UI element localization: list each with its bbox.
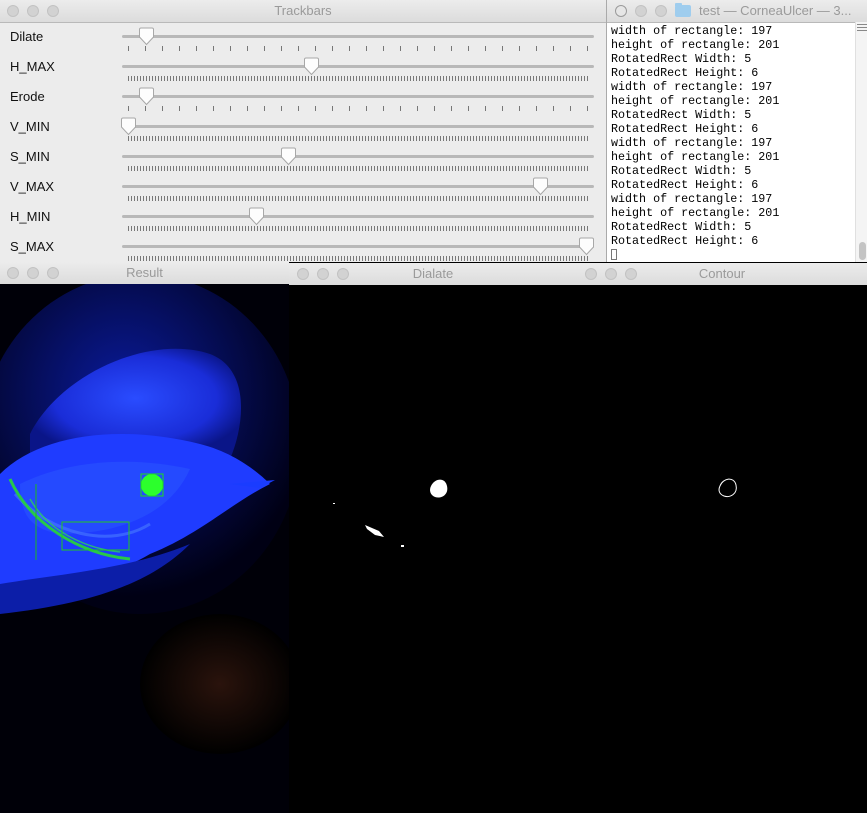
trackbar-ticks [128,226,588,231]
zoom-button[interactable] [47,267,59,279]
zoom-button[interactable] [47,5,59,17]
terminal-line: width of rectangle: 197 [611,136,773,150]
terminal-line: RotatedRect Width: 5 [611,220,752,234]
close-button[interactable] [297,268,309,280]
result-titlebar[interactable]: Result [0,262,289,285]
terminal-line: height of rectangle: 201 [611,38,780,52]
trackbar-label: V_MAX [10,179,55,194]
trackbar-s-min[interactable]: S_MIN [0,142,606,172]
result-window: Result [0,262,289,813]
slider-thumb[interactable] [248,207,265,226]
minimize-button[interactable] [605,268,617,280]
contour-title: Contour [698,266,746,281]
terminal-line: height of rectangle: 201 [611,94,780,108]
terminal-line: RotatedRect Height: 6 [611,66,759,80]
terminal-output[interactable]: width of rectangle: 197 height of rectang… [611,24,851,262]
terminal-line: width of rectangle: 197 [611,80,773,94]
dialate-image [289,285,577,813]
trackbar-label: V_MIN [10,119,50,134]
trackbar-ticks [128,136,588,141]
terminal-line: RotatedRect Height: 6 [611,234,759,248]
result-title: Result [126,265,163,280]
zoom-button[interactable] [625,268,637,280]
terminal-line: height of rectangle: 201 [611,150,780,164]
trackbar-label: S_MAX [10,239,55,254]
result-image [0,274,289,813]
trackbar-label: Dilate [10,29,44,44]
contour-image [577,285,867,813]
eye-photo [0,274,289,813]
trackbar-groove[interactable] [122,95,594,98]
trackbar-s-max[interactable]: S_MAX [0,232,606,262]
terminal-title: test — CorneaUlcer — 3... [699,3,852,18]
dialate-window: Dialate [289,263,577,813]
trackbar-ticks [128,196,588,201]
terminal-line: RotatedRect Width: 5 [611,52,752,66]
terminal-line: RotatedRect Height: 6 [611,122,759,136]
terminal-line: height of rectangle: 201 [611,206,780,220]
zoom-button[interactable] [655,5,667,17]
slider-thumb[interactable] [532,177,549,196]
trackbar-label: H_MAX [10,59,55,74]
trackbar-h-max[interactable]: H_MAX [0,52,606,82]
terminal-window: test — CorneaUlcer — 3... width of recta… [606,0,867,262]
scroll-grip-icon[interactable] [857,24,867,33]
trackbars-title: Trackbars [274,3,332,18]
terminal-line: width of rectangle: 197 [611,24,773,38]
cursor-icon [611,249,617,261]
slider-thumb[interactable] [138,27,155,46]
contour-outline [577,285,867,813]
trackbar-ticks [128,166,588,171]
trackbar-label: H_MIN [10,209,51,224]
scroll-thumb[interactable] [859,242,866,260]
trackbar-groove[interactable] [122,35,594,38]
terminal-titlebar[interactable]: test — CorneaUlcer — 3... [607,0,867,23]
terminal-line: RotatedRect Width: 5 [611,164,752,178]
dilated-mask [289,285,577,813]
terminal-prompt[interactable] [611,248,851,262]
minimize-button[interactable] [635,5,647,17]
trackbar-v-min[interactable]: V_MIN [0,112,606,142]
trackbar-groove[interactable] [122,185,594,188]
slider-thumb[interactable] [578,237,595,256]
trackbars-window: Trackbars Dilate H_MAX Erode V_MIN S_MIN V_MA… [0,0,606,262]
trackbar-groove[interactable] [122,65,594,68]
trackbar-groove[interactable] [122,215,594,218]
trackbar-v-max[interactable]: V_MAX [0,172,606,202]
close-button[interactable] [7,5,19,17]
contour-window: Contour [577,263,867,813]
trackbar-h-min[interactable]: H_MIN [0,202,606,232]
trackbar-ticks [128,46,588,51]
trackbar-groove[interactable] [122,155,594,158]
trackbars-titlebar[interactable]: Trackbars [0,0,606,23]
slider-thumb[interactable] [120,117,137,136]
minimize-button[interactable] [27,5,39,17]
terminal-line: RotatedRect Height: 6 [611,178,759,192]
trackbar-groove[interactable] [122,125,594,128]
dialate-title: Dialate [412,266,454,281]
zoom-button[interactable] [337,268,349,280]
trackbar-groove[interactable] [122,245,594,248]
minimize-button[interactable] [27,267,39,279]
slider-thumb[interactable] [280,147,297,166]
close-button[interactable] [7,267,19,279]
folder-icon [675,3,691,17]
trackbar-erode[interactable]: Erode [0,82,606,112]
trackbar-dilate[interactable]: Dilate [0,22,606,52]
slider-thumb[interactable] [303,57,320,76]
close-button[interactable] [585,268,597,280]
trackbar-label: Erode [10,89,45,104]
dialate-titlebar[interactable]: Dialate [289,263,577,286]
trackbar-ticks [128,256,588,261]
trackbar-ticks [128,76,588,81]
trackbar-label: S_MIN [10,149,50,164]
terminal-line: RotatedRect Width: 5 [611,108,752,122]
contour-titlebar[interactable]: Contour [577,263,867,286]
trackbar-ticks [128,106,588,111]
slider-thumb[interactable] [138,87,155,106]
minimize-button[interactable] [317,268,329,280]
terminal-scrollbar[interactable] [855,22,867,262]
terminal-line: width of rectangle: 197 [611,192,773,206]
close-button[interactable] [615,5,627,17]
